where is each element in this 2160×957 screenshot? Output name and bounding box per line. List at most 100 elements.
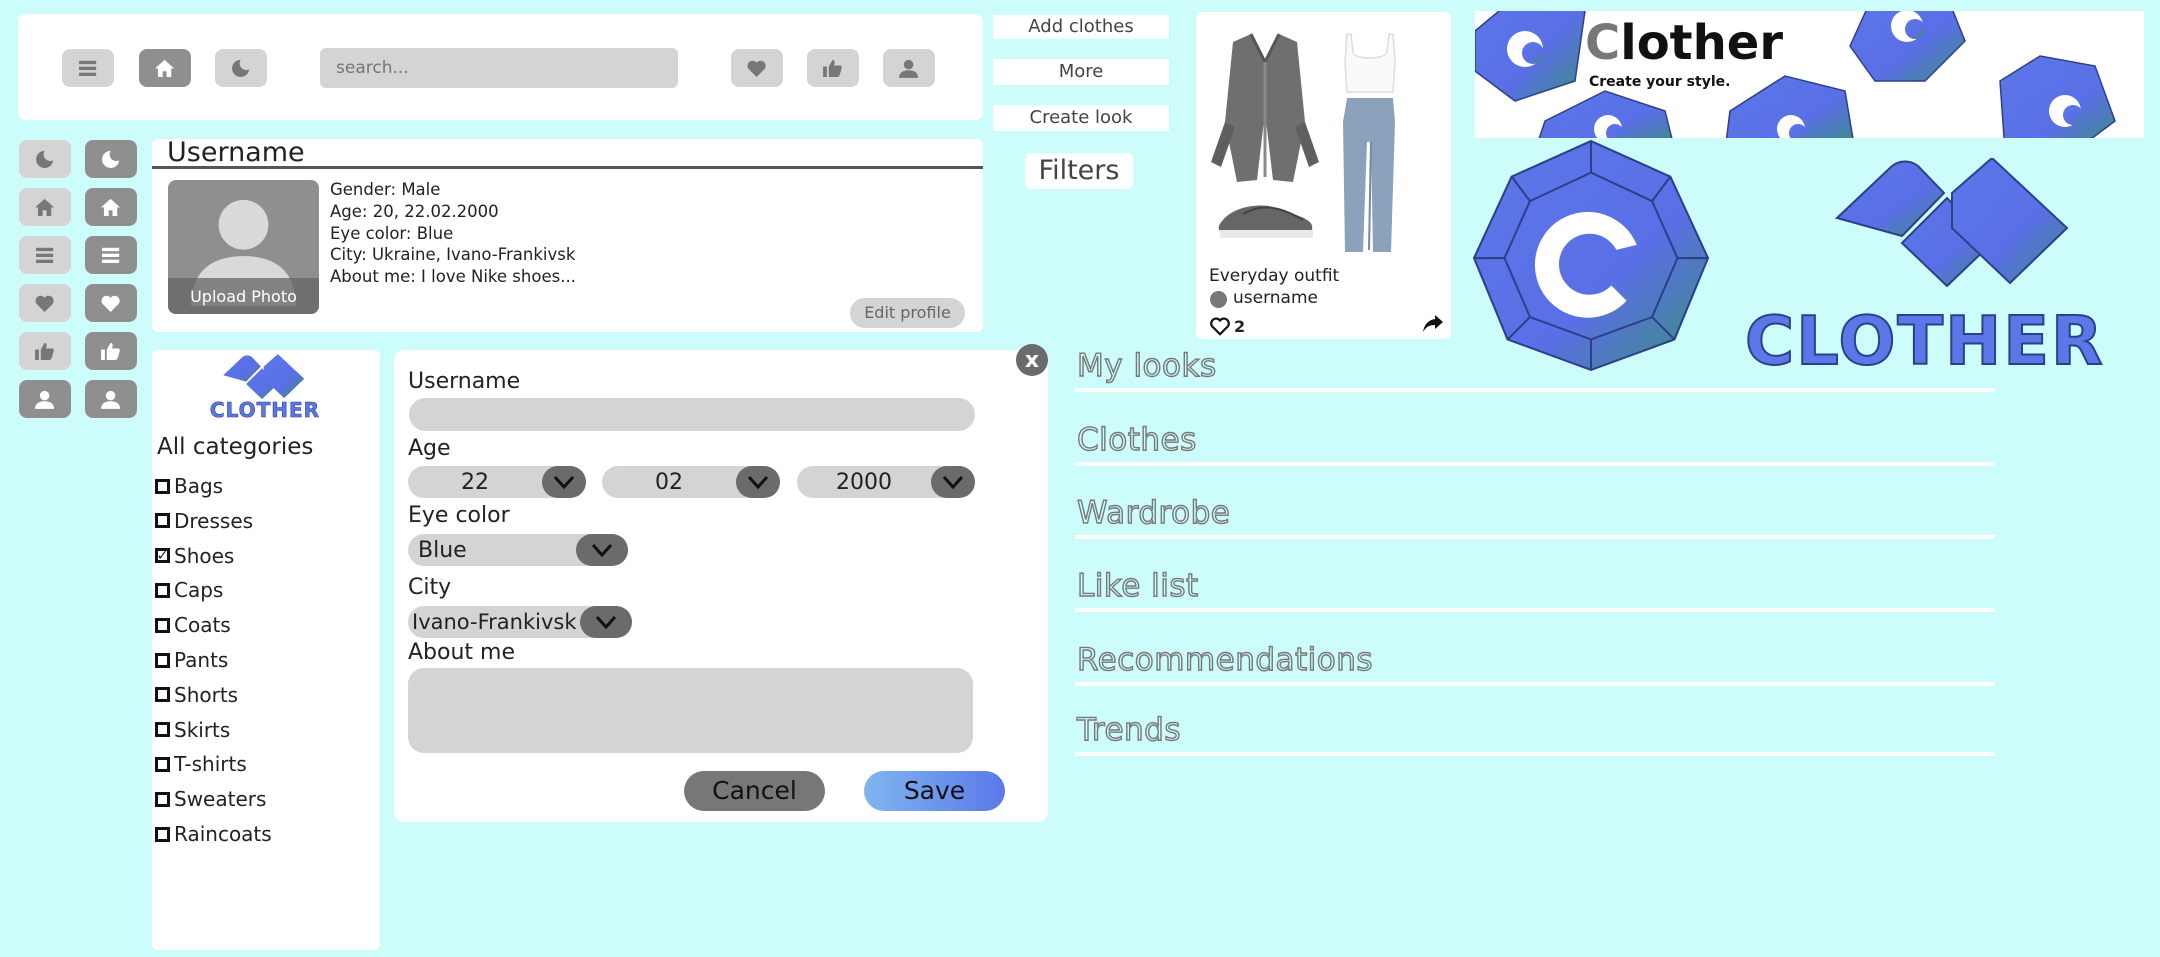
close-form-button[interactable]: x: [1016, 344, 1048, 376]
home-icon: [149, 57, 180, 80]
clother-mark-logo: [1835, 158, 2069, 288]
menu-icon-dark[interactable]: [85, 236, 137, 274]
more-button[interactable]: More: [993, 59, 1169, 85]
categories-title: All categories: [157, 434, 314, 460]
category-label: Coats: [174, 613, 231, 638]
city-label: City: [408, 575, 452, 600]
checkbox[interactable]: [155, 513, 170, 529]
moon-icon-light[interactable]: [19, 140, 71, 178]
menu-item-label: Like list: [1076, 567, 1199, 604]
favorites-button[interactable]: [731, 49, 783, 87]
city-select[interactable]: Ivano-Frankivsk: [408, 606, 632, 638]
menu-button[interactable]: [62, 49, 114, 87]
chevron-down-icon[interactable]: [576, 534, 628, 566]
menu-item-label: Trends: [1076, 711, 1181, 748]
profile-button[interactable]: [883, 49, 935, 87]
eye-color-select[interactable]: Blue: [408, 534, 628, 566]
checkbox[interactable]: [155, 617, 170, 633]
category-item[interactable]: Pants: [155, 648, 228, 672]
month-select[interactable]: 02: [602, 466, 780, 498]
likes-button[interactable]: [807, 49, 859, 87]
category-item[interactable]: ✓ Shoes: [155, 544, 234, 568]
category-item[interactable]: Dresses: [155, 509, 253, 533]
home-icon-dark[interactable]: [85, 188, 137, 226]
thumbs-up-icon-light[interactable]: [19, 332, 71, 370]
category-item[interactable]: Shorts: [155, 683, 238, 707]
profile-photo[interactable]: Upload Photo: [168, 180, 319, 314]
checkbox-checked[interactable]: ✓: [155, 548, 170, 564]
checkbox[interactable]: [155, 478, 170, 494]
category-item[interactable]: Bags: [155, 474, 223, 498]
menu-icon-light[interactable]: [19, 236, 71, 274]
checkbox[interactable]: [155, 582, 170, 598]
category-item[interactable]: Raincoats: [155, 822, 272, 846]
chevron-down-icon[interactable]: [580, 606, 632, 638]
checkbox[interactable]: [155, 756, 170, 772]
thumbs-up-icon-dark[interactable]: [85, 332, 137, 370]
category-label: Skirts: [174, 717, 231, 742]
category-item[interactable]: Skirts: [155, 718, 230, 742]
chevron-down-icon[interactable]: [736, 466, 780, 498]
search-input[interactable]: [320, 48, 678, 88]
heart-icon-light[interactable]: [19, 284, 71, 322]
menu-item[interactable]: Like list: [1075, 548, 1995, 612]
category-item[interactable]: Sweaters: [155, 787, 266, 811]
year-value: 2000: [836, 469, 892, 495]
menu-item[interactable]: Wardrobe: [1075, 475, 1995, 539]
profile-username: Username: [167, 137, 305, 168]
category-label: Dresses: [174, 508, 254, 533]
menu-item[interactable]: My looks: [1075, 328, 1995, 392]
eye-color-value: Blue: [418, 537, 467, 563]
category-label: Raincoats: [174, 822, 272, 846]
username-input[interactable]: [409, 398, 975, 431]
heart-icon: [29, 292, 60, 315]
day-select[interactable]: 22: [408, 466, 586, 498]
upload-photo-label[interactable]: Upload Photo: [168, 287, 319, 306]
cancel-button[interactable]: Cancel: [684, 771, 825, 811]
chevron-down-icon[interactable]: [931, 466, 975, 498]
checkbox[interactable]: [155, 826, 170, 842]
checkbox[interactable]: [155, 722, 170, 738]
menu-item[interactable]: Clothes: [1075, 402, 1995, 466]
create-look-button[interactable]: Create look: [993, 105, 1169, 131]
month-value: 02: [655, 469, 683, 495]
category-label: Sweaters: [174, 787, 267, 812]
chevron-down-icon[interactable]: [542, 466, 586, 498]
category-label: Shorts: [174, 682, 239, 707]
add-clothes-button[interactable]: Add clothes: [993, 15, 1169, 39]
category-label: T-shirts: [174, 752, 247, 777]
user-icon: [95, 388, 126, 411]
theme-toggle-button[interactable]: [215, 49, 267, 87]
outfit-title: Everyday outfit: [1209, 266, 1340, 286]
year-select[interactable]: 2000: [797, 466, 975, 498]
category-item[interactable]: T-shirts: [155, 752, 247, 776]
checkbox[interactable]: [155, 687, 170, 703]
checkbox[interactable]: [155, 791, 170, 807]
user-icon-dark-2[interactable]: [85, 380, 137, 418]
user-icon-dark[interactable]: [19, 380, 71, 418]
edit-profile-button[interactable]: Edit profile: [850, 298, 965, 328]
menu-item[interactable]: Recommendations: [1075, 622, 1995, 686]
home-button[interactable]: [139, 49, 191, 87]
moon-icon-dark[interactable]: [85, 140, 137, 178]
brand-banner: Clother Create your style.: [1475, 11, 2144, 138]
save-button[interactable]: Save: [864, 771, 1005, 811]
banner-brand-rest: lother: [1620, 15, 1784, 71]
menu-icon: [72, 57, 103, 80]
outfit-username[interactable]: username: [1233, 288, 1318, 308]
checkbox[interactable]: [155, 652, 170, 668]
outfit-user-avatar: [1210, 291, 1227, 308]
user-icon: [893, 57, 924, 80]
category-item[interactable]: Coats: [155, 613, 231, 637]
moon-icon: [95, 148, 126, 171]
category-item[interactable]: Caps: [155, 578, 223, 602]
home-icon-light[interactable]: [19, 188, 71, 226]
clother-wordmark-small: CLOTHER: [209, 398, 321, 423]
filters-button[interactable]: Filters: [1025, 153, 1133, 189]
heart-icon-dark[interactable]: [85, 284, 137, 322]
about-me-textarea[interactable]: [408, 668, 973, 753]
username-label: Username: [408, 369, 521, 394]
menu-item[interactable]: Trends: [1075, 692, 1995, 756]
menu-item-label: Recommendations: [1076, 641, 1374, 678]
menu-item-label: Clothes: [1076, 421, 1197, 458]
